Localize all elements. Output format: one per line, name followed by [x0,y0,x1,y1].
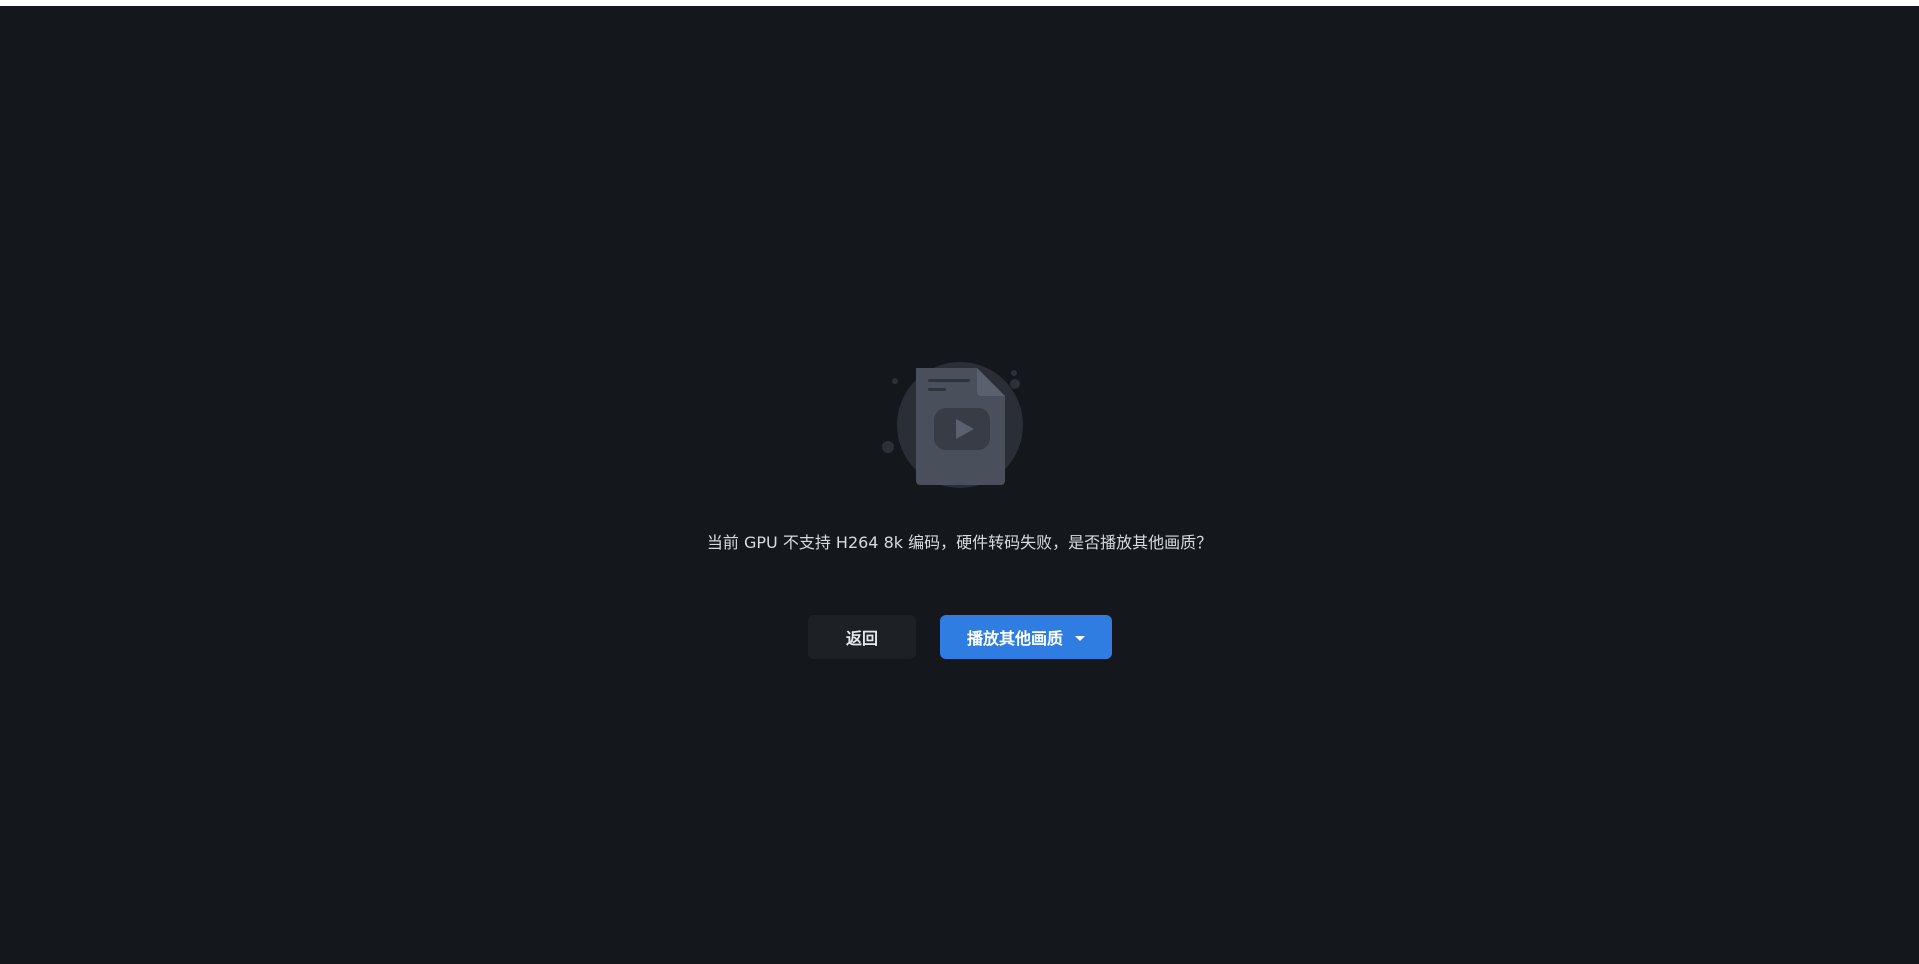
video-file-icon [878,360,1028,492]
error-message: 当前 GPU 不支持 H264 8k 编码，硬件转码失败，是否播放其他画质？ [706,533,1213,552]
play-other-quality-label: 播放其他画质 [966,629,1063,648]
play-other-quality-button[interactable]: 播放其他画质 [940,615,1112,659]
back-button[interactable]: 返回 [808,615,916,659]
back-button-label: 返回 [845,629,878,648]
caret-down-icon [1075,635,1085,641]
action-buttons: 返回 播放其他画质 [808,615,1112,659]
player-panel: 当前 GPU 不支持 H264 8k 编码，硬件转码失败，是否播放其他画质？ 返… [0,6,1919,964]
